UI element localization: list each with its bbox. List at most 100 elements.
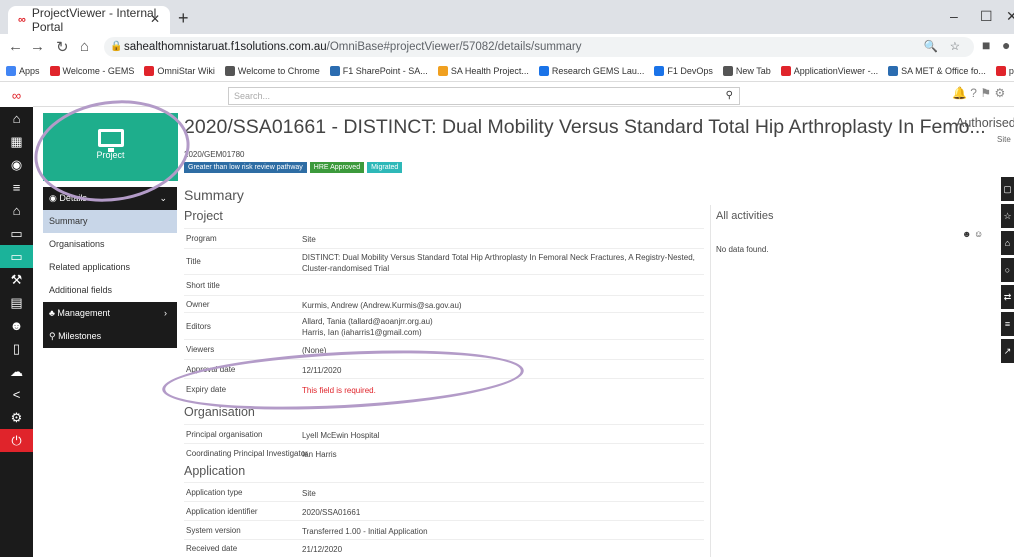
bookmark-item[interactable]: parent [995,65,1014,76]
field-row: Application type Site [184,482,704,501]
bookmark-item[interactable]: F1 DevOps [654,65,713,76]
menu-organisations[interactable]: Organisations [43,233,177,256]
file-icon[interactable]: ▯ [0,337,33,360]
bookmark-item[interactable]: ApplicationViewer -... [780,65,879,76]
icon-sidebar: ∞ ⌂ ▦ ◉ ≡ ⌂ ▭ ▭ ⚒ ▤ ☻ ▯ ☁ < ⚙ ⏻ [0,83,33,557]
gavel-icon[interactable]: ⚒ [0,268,33,291]
bell-icon[interactable]: 🔔 [952,86,967,100]
status-label: Authorised [956,116,1014,130]
calendar-icon[interactable]: ▭ [0,222,33,245]
cogs-icon[interactable]: ⚙ [0,406,33,429]
field-value: DISTINCT: Dual Mobility Versus Standard … [302,253,695,273]
field-label: Short title [186,280,220,290]
menu-milestones[interactable]: ⚲ Milestones [43,325,177,348]
chevron-down-icon: ⌄ [159,193,167,203]
application-heading: Application [184,464,246,478]
zoom-icon[interactable]: 🔍 [924,37,938,57]
right-tool-5-icon[interactable]: ⇄ [1001,285,1014,309]
building-icon[interactable]: ▦ [0,130,33,153]
add-user-icon[interactable]: ☺ [974,229,983,239]
users-icon[interactable]: ☻ [0,314,33,337]
maximize-button[interactable]: ☐ [980,8,993,25]
list-icon[interactable]: ≡ [0,176,33,199]
field-label: Viewers [186,345,215,354]
cloud-icon[interactable]: ☁ [0,360,33,383]
bookmark-label: parent [1008,65,1014,76]
bookmark-label: New Tab [735,65,771,76]
bookmark-item[interactable]: Welcome - GEMS [49,65,135,76]
bookmark-star-icon[interactable]: ☆ [950,37,960,57]
bookmark-item[interactable]: Welcome to Chrome [224,65,320,76]
field-label: Received date [186,544,238,553]
field-row: Application identifier 2020/SSA01661 [184,501,704,520]
menu-additional-fields[interactable]: Additional fields [43,279,177,302]
bookmark-label: ApplicationViewer -... [793,65,879,76]
status-badge: Greater than low risk review pathway [184,162,307,173]
field-label: Application type [186,487,243,497]
url-path: /OmniBase#projectViewer/57082/details/su… [326,41,582,53]
home-icon[interactable]: ⌂ [0,107,33,130]
browser-tab[interactable]: ∞ ProjectViewer - Internal Portal ✕ [8,6,170,34]
field-label: Principal organisation [186,429,263,439]
bookmark-icon [144,65,155,76]
id-card-icon[interactable]: ▤ [0,291,33,314]
reload-icon[interactable]: ↻ [56,38,69,56]
activities-title: All activities [716,210,774,222]
share-icon[interactable]: < [0,383,33,406]
field-label: Program [186,234,217,243]
search-icon[interactable]: ⚲ [726,88,733,104]
menu-management[interactable]: ♣ Management › [43,302,177,325]
bookmark-item[interactable]: Research GEMS Lau... [538,65,645,76]
bookmark-item[interactable]: F1 SharePoint - SA... [329,65,428,76]
right-tool-3-icon[interactable]: ⌂ [1001,231,1014,255]
bookmark-item[interactable]: Apps [6,65,40,76]
close-tab-icon[interactable]: ✕ [150,12,160,26]
bookmark-label: Research GEMS Lau... [551,65,645,76]
dashboard-icon[interactable]: ◉ [0,153,33,176]
right-tool-1-icon[interactable]: ▢ [1001,177,1014,201]
right-tool-4-icon[interactable]: ○ [1001,258,1014,282]
right-tool-2-icon[interactable]: ☆ [1001,204,1014,228]
menu-summary[interactable]: Summary [43,210,177,233]
institution-icon[interactable]: ⌂ [0,199,33,222]
field-value: 21/12/2020 [302,545,343,554]
power-icon[interactable]: ⏻ [0,429,33,452]
group-icon[interactable]: ☻ [962,229,971,239]
bookmark-icon [437,65,448,76]
new-tab-button[interactable]: + [178,8,189,29]
omnistar-logo-icon[interactable]: ∞ [0,83,33,107]
forward-icon[interactable]: → [30,38,45,55]
back-icon[interactable]: ← [8,38,23,55]
bookmark-label: Welcome - GEMS [62,65,135,76]
bookmark-item[interactable]: OmniStar Wiki [144,65,215,76]
bookmark-item[interactable]: SA Health Project... [437,65,529,76]
monitor-icon[interactable]: ▭ [0,245,33,268]
close-window-button[interactable]: ✕ [1006,8,1014,25]
field-label: Coordinating Principal Investigator [186,448,308,458]
extension-icon[interactable]: ■ [982,37,990,53]
search-input[interactable]: Search... ⚲ [228,87,740,105]
field-value: Transferred 1.00 - Initial Application [302,526,428,536]
right-tool-6-icon[interactable]: ≡ [1001,312,1014,336]
profile-icon[interactable]: ● [1002,37,1010,53]
flag-icon[interactable]: ⚑ [980,86,991,100]
field-row: Program Site [184,228,704,248]
status-badge: HRE Approved [309,162,365,173]
bookmark-item[interactable]: SA MET & Office fo... [888,65,986,76]
help-icon[interactable]: ? [970,86,977,100]
home-icon[interactable]: ⌂ [80,38,89,55]
omnistar-logo-icon: ∞ [18,14,26,26]
right-tool-7-icon[interactable]: ↗ [1001,339,1014,363]
field-label: Editors [186,321,211,331]
bookmark-item[interactable]: New Tab [722,65,771,76]
url-input[interactable]: 🔒 sahealthomnistaruat.f1solutions.com.au… [104,37,974,57]
settings-icon[interactable]: ⚙ [994,86,1005,100]
bookmark-icon [995,65,1006,76]
bookmark-label: SA Health Project... [450,65,529,76]
lock-icon: 🔒 [110,41,123,52]
status-badge: Migrated [367,162,403,173]
bookmark-icon [780,65,791,76]
menu-related-applications[interactable]: Related applications [43,256,177,279]
header-icons: 🔔 ? ⚑ ⚙ [952,86,1005,100]
minimize-button[interactable]: – [950,8,958,24]
